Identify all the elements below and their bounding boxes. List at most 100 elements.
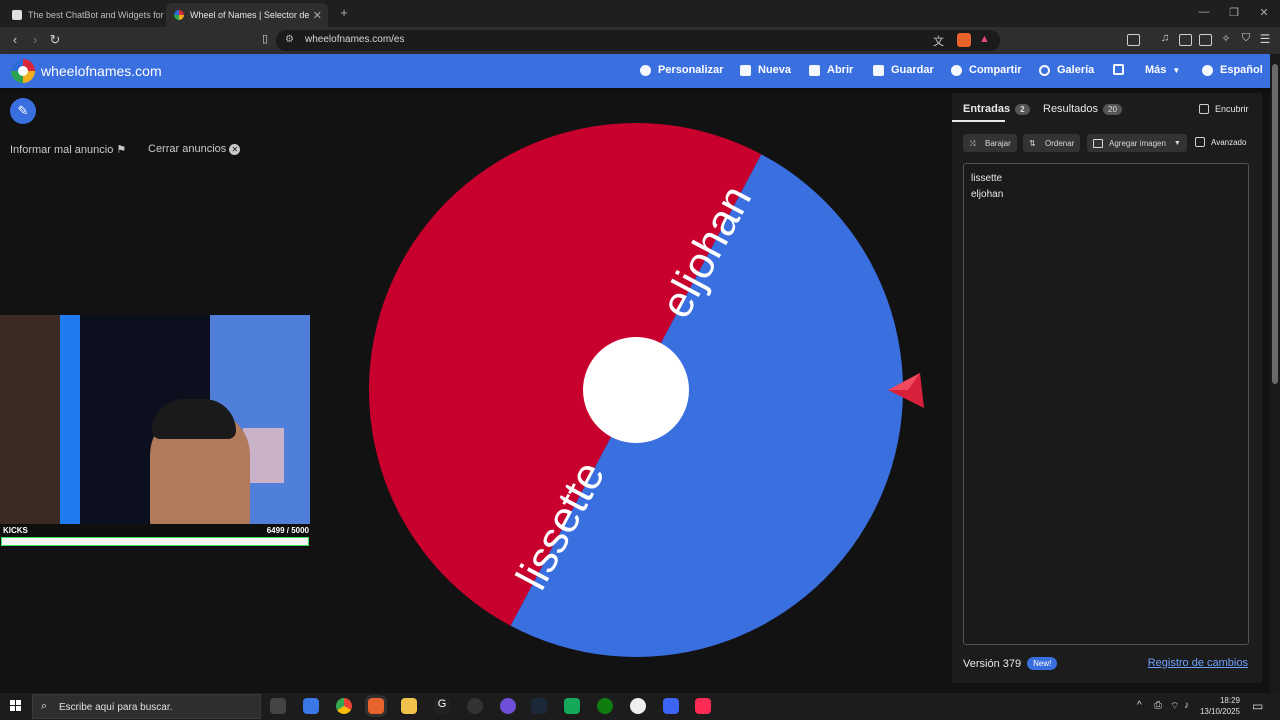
sidebar-icon[interactable]	[1179, 34, 1192, 46]
store-icon[interactable]	[303, 698, 319, 714]
kicks-progress-fill	[2, 538, 308, 545]
wheel-pointer-icon	[888, 373, 924, 408]
brave-rewards-icon[interactable]: ▲	[979, 33, 990, 45]
kicks-label: KICKS	[3, 526, 28, 535]
close-ads-label: Cerrar anuncios	[148, 143, 227, 155]
kicks-count: 6499 / 5000	[266, 526, 309, 535]
entries-textarea[interactable]: lissette eljohan	[963, 163, 1249, 645]
windows-taskbar: ⌕ Escribe aquí para buscar. G ^ ⎙ ⌔ ♪ 18…	[0, 693, 1280, 720]
globe-icon	[1202, 64, 1213, 76]
nav-more-button[interactable]: Más ▼	[1145, 64, 1180, 76]
report-ad-link[interactable]: Informar mal anuncio ⚑	[10, 143, 126, 156]
wheel-center-button[interactable]	[583, 337, 689, 443]
hide-checkbox[interactable]: Encubrir	[1199, 104, 1249, 114]
page-scrollbar[interactable]	[1270, 54, 1280, 693]
shuffle-button[interactable]: ⤨ Barajar	[963, 134, 1017, 152]
nav-language-button[interactable]: Español	[1202, 64, 1263, 76]
taskbar-search[interactable]: ⌕ Escribe aquí para buscar.	[32, 694, 261, 719]
advanced-label: Avanzado	[1211, 137, 1247, 147]
app-icon[interactable]	[663, 698, 679, 714]
menu-icon[interactable]: ☰	[1257, 32, 1273, 46]
wallet-icon[interactable]	[1199, 34, 1212, 46]
new-badge: New!	[1027, 657, 1058, 670]
palette-icon	[640, 64, 651, 76]
leo-ai-icon[interactable]: ✧	[1218, 32, 1234, 45]
app-icon[interactable]	[467, 698, 483, 714]
bookmark-icon[interactable]: ▯	[257, 32, 273, 45]
close-ads-link[interactable]: Cerrar anuncios ✕	[148, 143, 241, 155]
tray-chevron-up-icon[interactable]: ^	[1137, 700, 1142, 711]
volume-icon[interactable]: ♪	[1184, 700, 1189, 711]
taskbar-clock[interactable]: 18:29 13/10/2025	[1196, 695, 1240, 717]
taskbar-search-placeholder: Escribe aquí para buscar.	[59, 702, 173, 713]
brave-shield-icon[interactable]	[957, 33, 971, 47]
nav-new-button[interactable]: Nueva	[740, 64, 791, 76]
app-icon[interactable]	[500, 698, 516, 714]
chevron-down-icon: ▼	[1172, 65, 1181, 75]
scrollbar-thumb[interactable]	[1272, 64, 1278, 384]
browser-tab-wheelofnames[interactable]: Wheel of Names | Selector de ✕	[166, 3, 328, 27]
nav-gallery-button[interactable]: Galería	[1039, 64, 1094, 76]
tab-title: Wheel of Names | Selector de	[190, 10, 310, 20]
task-view-icon[interactable]	[270, 698, 286, 714]
active-tab-indicator	[952, 120, 1005, 122]
restore-icon[interactable]: ❐	[1222, 6, 1246, 19]
version-info: Versión 379 New!	[963, 657, 1058, 670]
back-icon[interactable]: ‹	[7, 32, 23, 47]
file-explorer-icon[interactable]	[401, 698, 417, 714]
wheel-logo-icon[interactable]	[11, 59, 35, 83]
reload-icon[interactable]: ↻	[47, 32, 63, 48]
app-icon[interactable]: G	[434, 698, 450, 714]
screenshot-icon[interactable]	[1127, 34, 1140, 46]
nav-label: Español	[1220, 64, 1263, 76]
name-wheel[interactable]: eljohan lissette	[369, 123, 903, 657]
add-image-button[interactable]: Agregar imagen ▼	[1087, 134, 1187, 152]
address-bar[interactable]: ⚙ wheelofnames.com/es 文 ▲	[276, 30, 1000, 51]
changelog-link[interactable]: Registro de cambios	[1148, 657, 1248, 669]
app-icon[interactable]	[630, 698, 646, 714]
site-title[interactable]: wheelofnames.com	[41, 63, 162, 79]
nav-save-button[interactable]: Guardar	[873, 64, 934, 76]
notifications-icon[interactable]: ▭	[1252, 699, 1263, 713]
hide-label: Encubrir	[1215, 104, 1249, 114]
sort-label: Ordenar	[1045, 138, 1075, 148]
tiktok-icon[interactable]	[695, 698, 711, 714]
browser-tab-bar: The best ChatBot and Widgets for Ki Whee…	[0, 0, 1280, 27]
search-icon	[1039, 64, 1050, 76]
clock-time: 18:29	[1219, 696, 1240, 705]
nav-open-button[interactable]: Abrir	[809, 64, 853, 76]
app-icon[interactable]	[564, 698, 580, 714]
minimize-icon[interactable]: —	[1192, 6, 1216, 18]
save-icon	[873, 64, 884, 76]
new-tab-icon[interactable]: +	[332, 5, 356, 20]
forward-icon[interactable]: ›	[27, 32, 43, 47]
edit-button[interactable]: ✎	[10, 98, 36, 124]
steam-icon[interactable]	[531, 698, 547, 714]
media-icon[interactable]: ♫	[1157, 32, 1173, 44]
translate-icon[interactable]: 文	[933, 33, 944, 49]
tab-entries[interactable]: Entradas 2	[963, 103, 1030, 115]
chrome-icon[interactable]	[336, 698, 352, 714]
entries-count-badge: 2	[1015, 103, 1030, 115]
tab-results[interactable]: Resultados 20	[1043, 103, 1122, 115]
windows-start-icon[interactable]	[10, 700, 22, 712]
wifi-icon[interactable]: ⌔	[1170, 700, 1179, 713]
xbox-icon[interactable]	[597, 698, 613, 714]
close-tab-icon[interactable]: ✕	[313, 9, 322, 22]
nav-label: Personalizar	[658, 64, 724, 76]
fullscreen-button[interactable]	[1113, 64, 1131, 75]
close-window-icon[interactable]: ✕	[1252, 6, 1276, 19]
sort-button[interactable]: ⇅ Ordenar	[1023, 134, 1081, 152]
wheel-favicon-icon	[174, 10, 184, 20]
nav-customize-button[interactable]: Personalizar	[640, 64, 723, 76]
network-icon[interactable]: ⎙	[1154, 700, 1162, 711]
brave-icon[interactable]	[368, 698, 384, 714]
vpn-icon[interactable]: ⛉	[1238, 32, 1254, 45]
pencil-icon: ✎	[17, 103, 29, 118]
tab-title: The best ChatBot and Widgets for Ki	[28, 10, 164, 20]
advanced-checkbox[interactable]: Avanzado	[1195, 137, 1246, 147]
version-label: Versión 379	[963, 657, 1022, 670]
site-info-icon[interactable]: ⚙	[285, 34, 294, 45]
nav-share-button[interactable]: Compartir	[951, 64, 1022, 76]
browser-tab-chatbot[interactable]: The best ChatBot and Widgets for Ki	[4, 3, 164, 27]
